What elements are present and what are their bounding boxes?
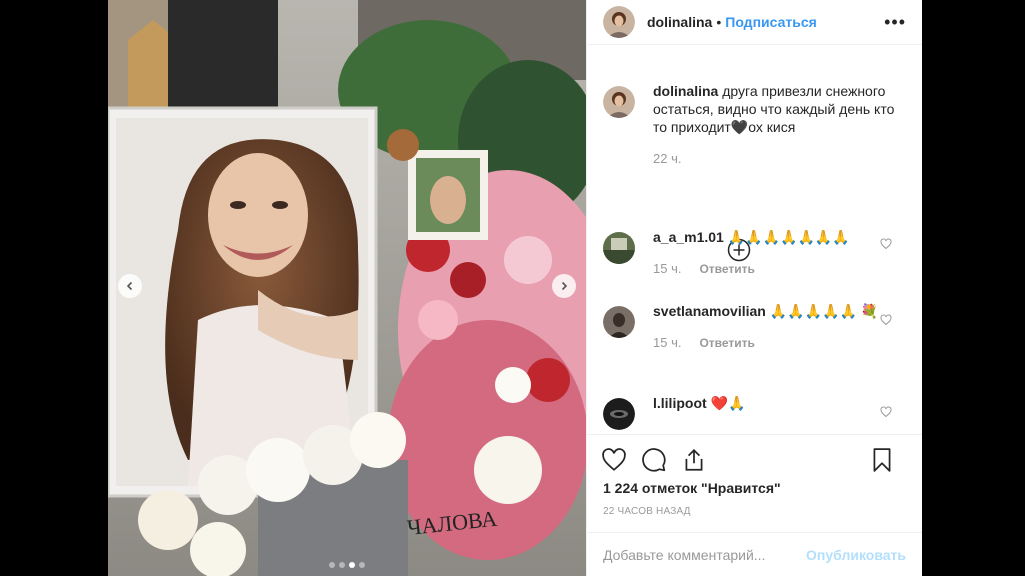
publish-button[interactable]: Опубликовать bbox=[806, 547, 906, 563]
bookmark-icon[interactable] bbox=[869, 447, 895, 473]
comment-item: l.lilipoot ❤️🙏 bbox=[587, 394, 922, 430]
comment-time[interactable]: 15 ч. bbox=[653, 260, 681, 278]
post-timestamp[interactable]: 22 часов назад bbox=[603, 506, 691, 517]
comments-list[interactable]: dolinalina друга привезли снежного остат… bbox=[587, 62, 922, 432]
avatar[interactable] bbox=[603, 398, 635, 430]
heart-icon[interactable] bbox=[880, 238, 892, 250]
heart-icon[interactable] bbox=[880, 314, 892, 326]
reply-button[interactable]: Ответить bbox=[699, 260, 754, 278]
avatar[interactable] bbox=[603, 232, 635, 264]
chevron-right-icon bbox=[561, 281, 568, 291]
action-bar bbox=[587, 434, 922, 486]
like-heart-icon[interactable] bbox=[601, 447, 627, 473]
caption-body: dolinalina друга привезли снежного остат… bbox=[653, 82, 906, 168]
comment-text: 🙏🙏🙏🙏🙏 💐 bbox=[769, 303, 879, 319]
carousel-dot bbox=[349, 562, 355, 568]
avatar[interactable] bbox=[603, 86, 635, 118]
follow-button[interactable]: Подписаться bbox=[725, 14, 817, 30]
reply-button[interactable]: Ответить bbox=[699, 334, 754, 352]
comment-body: svetlanamovilian 🙏🙏🙏🙏🙏 💐 15 ч. Ответить bbox=[653, 302, 906, 352]
comment-username[interactable]: a_a_m1.01 bbox=[653, 229, 724, 245]
avatar[interactable] bbox=[603, 6, 635, 38]
comment-username[interactable]: l.lilipoot bbox=[653, 395, 707, 411]
likes-count[interactable]: 1 224 отметок "Нравится" bbox=[603, 480, 781, 496]
comment-icon[interactable] bbox=[641, 447, 667, 473]
share-icon[interactable] bbox=[681, 447, 707, 473]
comment-text: ❤️🙏 bbox=[710, 395, 746, 411]
header-separator: • bbox=[716, 14, 722, 30]
photo-memorial: ЧАЛОВА bbox=[108, 0, 586, 576]
comment-input[interactable] bbox=[603, 546, 807, 563]
carousel-dot bbox=[339, 562, 345, 568]
post-photo[interactable]: ЧАЛОВА bbox=[108, 0, 586, 576]
caption-time[interactable]: 22 ч. bbox=[653, 150, 681, 168]
comment-username[interactable]: svetlanamovilian bbox=[653, 303, 766, 319]
carousel-next-button[interactable] bbox=[552, 274, 576, 298]
caption: dolinalina друга привезли снежного остат… bbox=[587, 82, 922, 168]
carousel-dot bbox=[359, 562, 365, 568]
caption-username[interactable]: dolinalina bbox=[653, 83, 718, 99]
post-sidebar: dolinalina • Подписаться ••• dolinalina … bbox=[586, 0, 922, 576]
carousel-dots bbox=[108, 562, 586, 568]
chevron-left-icon bbox=[126, 281, 133, 291]
comment-text: 🙏🙏🙏🙏🙏🙏🙏 bbox=[727, 229, 850, 245]
add-comment-bar: Опубликовать bbox=[587, 532, 922, 576]
comment-body: l.lilipoot ❤️🙏 bbox=[653, 394, 906, 430]
post-header: dolinalina • Подписаться ••• bbox=[587, 0, 922, 45]
post-modal: ЧАЛОВА dolinalina • Подписаться ••• doli… bbox=[108, 0, 922, 576]
comment-item: a_a_m1.01 🙏🙏🙏🙏🙏🙏🙏 15 ч. Ответить bbox=[587, 228, 922, 278]
more-options-icon[interactable]: ••• bbox=[884, 12, 906, 33]
heart-icon[interactable] bbox=[880, 406, 892, 418]
comment-item: svetlanamovilian 🙏🙏🙏🙏🙏 💐 15 ч. Ответить bbox=[587, 302, 922, 352]
comment-body: a_a_m1.01 🙏🙏🙏🙏🙏🙏🙏 15 ч. Ответить bbox=[653, 228, 906, 278]
carousel-prev-button[interactable] bbox=[118, 274, 142, 298]
header-username[interactable]: dolinalina bbox=[647, 14, 712, 30]
avatar[interactable] bbox=[603, 306, 635, 338]
carousel-dot bbox=[329, 562, 335, 568]
comment-time[interactable]: 15 ч. bbox=[653, 334, 681, 352]
